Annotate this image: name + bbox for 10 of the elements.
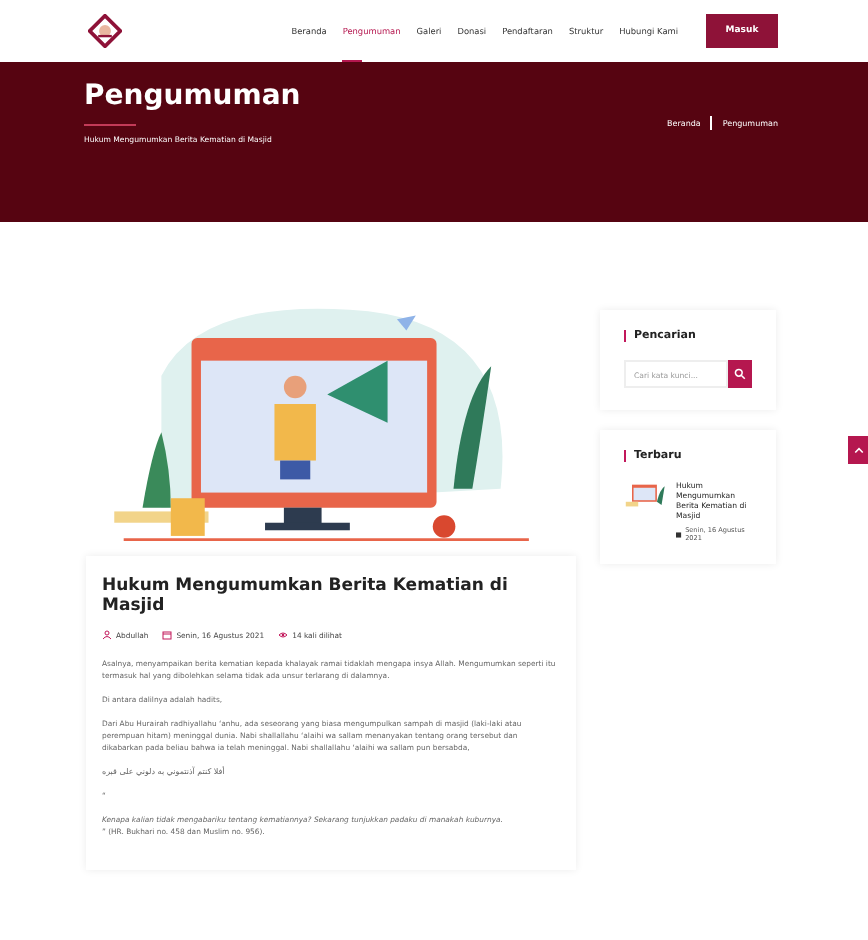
back-to-top-button[interactable] — [848, 436, 868, 464]
search-icon — [734, 368, 746, 380]
thumbnail-drawing — [624, 480, 668, 508]
article-title: Hukum Mengumumkan Berita Kematian di Masjid — [102, 576, 510, 616]
search-button[interactable] — [728, 360, 752, 388]
chevron-up-icon — [853, 446, 863, 454]
eye-icon — [278, 630, 289, 640]
logo-icon[interactable] — [88, 14, 122, 48]
page-title: Pengumuman — [84, 80, 301, 112]
user-icon — [102, 630, 112, 640]
